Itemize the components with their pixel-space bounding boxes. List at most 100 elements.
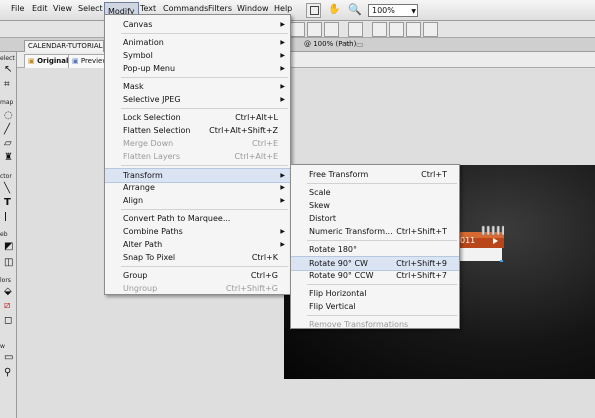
text-tool-icon[interactable]: T [4,198,11,208]
menu-item-flatten-layers[interactable]: Flatten Layers Ctrl+Alt+E [105,150,290,163]
toolbar-button[interactable] [290,22,305,37]
menu-item-label: Rotate 90° CCW [309,271,374,280]
menu-item-label: Flatten Selection [123,126,191,135]
zoom-icon[interactable]: 🔍 [348,3,362,16]
menu-item-flip-vertical[interactable]: Flip Vertical [291,300,459,313]
menu-item-distort[interactable]: Distort [291,212,459,225]
zoom-icon[interactable]: ⚲ [4,368,11,378]
stroke-color-icon[interactable]: ⧄ [4,301,10,311]
eraser-tool-icon[interactable]: ▱ [4,139,12,149]
submenu-arrow-icon: ▶ [280,39,285,46]
menu-item-rotate-180[interactable]: Rotate 180° [291,243,459,256]
menu-help[interactable]: Help [274,4,292,13]
submenu-arrow-icon: ▶ [280,83,285,90]
zoom-select[interactable]: 100% ▼ [368,4,418,17]
submenu-arrow-icon: ▶ [280,197,285,204]
close-icon[interactable]: ✕ [344,40,351,49]
menu-text[interactable]: Text [140,4,156,13]
submenu-arrow-icon: ▶ [280,52,285,59]
menu-item-combine-paths[interactable]: Combine Paths ▶ [105,225,290,238]
toolbar-button[interactable] [372,22,387,37]
paint-bucket-icon[interactable]: ⬙ [4,287,12,297]
knife-tool-icon[interactable]: ǀ [4,212,7,222]
document-icon: ▣ [72,57,81,65]
menu-item-canvas[interactable]: Canvas ▶ [105,18,290,31]
menu-item-pop-up-menu[interactable]: Pop-up Menu ▶ [105,62,290,75]
menu-item-shortcut: Ctrl+Alt+Shift+Z [209,126,278,135]
menu-item-rotate-90-ccw[interactable]: Rotate 90° CCW Ctrl+Shift+7 [291,269,459,282]
menu-item-animation[interactable]: Animation ▶ [105,36,290,49]
menu-separator [121,266,288,267]
document-tab[interactable]: CALENDAR-TUTORIAL.pn [24,40,104,52]
menu-item-shortcut: Ctrl+T [421,170,447,179]
menu-item-selective-jpeg[interactable]: Selective JPEG ▶ [105,93,290,106]
stamp-tool-icon[interactable]: ♜ [4,153,13,163]
pointer-tool-icon[interactable]: ↖ [4,65,12,75]
menu-item-free-transform[interactable]: Free Transform Ctrl+T [291,168,459,181]
menu-item-snap-to-pixel[interactable]: Snap To Pixel Ctrl+K [105,251,290,264]
menu-item-alter-path[interactable]: Alter Path ▶ [105,238,290,251]
tools-section-view: w [0,343,5,350]
calendar-graphic[interactable]: 011 [460,218,504,262]
menu-file[interactable]: File [11,4,24,13]
transform-submenu: Free Transform Ctrl+T Scale Skew Distort Nume… [290,164,460,329]
menu-item-label: Symbol [123,51,153,60]
menu-item-label: Alter Path [123,240,163,249]
menu-select[interactable]: Select [78,4,103,13]
crop-tool-icon[interactable]: ⌗ [4,80,10,90]
tools-section-vector: ctor [0,173,12,180]
menu-item-merge-down[interactable]: Merge Down Ctrl+E [105,137,290,150]
menu-item-label: Free Transform [309,170,369,179]
brush-tool-icon[interactable]: ╱ [4,125,10,135]
toolbar-button[interactable] [389,22,404,37]
line-tool-icon[interactable]: ╲ [4,184,10,194]
toolbar-button[interactable] [324,22,339,37]
menu-separator [121,165,288,166]
toolbar-button[interactable] [307,22,322,37]
hand-icon[interactable]: ✋ [328,4,340,15]
menu-item-label: Mask [123,82,144,91]
screen-mode-icon [310,6,319,15]
menu-item-shortcut: Ctrl+G [250,271,278,280]
screen-mode-icon[interactable]: ▭ [4,353,13,363]
menu-item-label: Flatten Layers [123,152,181,161]
menu-item-shortcut: Ctrl+Shift+G [225,284,278,293]
toolbar-button[interactable] [406,22,421,37]
menu-filters[interactable]: Filters [208,4,232,13]
menu-item-skew[interactable]: Skew [291,199,459,212]
menu-item-convert-path-to-marquee[interactable]: Convert Path to Marquee... [105,212,290,225]
menu-item-remove-transformations[interactable]: Remove Transformations [291,318,459,331]
menu-item-label: Flip Vertical [309,302,356,311]
menu-commands[interactable]: Commands [163,4,208,13]
menu-item-group[interactable]: Group Ctrl+G [105,269,290,282]
menu-item-numeric-transform[interactable]: Numeric Transform... Ctrl+Shift+T [291,225,459,238]
screen-mode-button[interactable] [306,3,321,18]
align-button[interactable] [348,22,363,37]
menu-item-label: Distort [309,214,337,223]
menu-item-align[interactable]: Align ▶ [105,194,290,207]
menu-item-scale[interactable]: Scale [291,186,459,199]
menu-item-lock-selection[interactable]: Lock Selection Ctrl+Alt+L [105,111,290,124]
hotspot-tool-icon[interactable]: ◩ [4,242,13,252]
menu-item-flip-horizontal[interactable]: Flip Horizontal [291,287,459,300]
toolbar-button[interactable] [423,22,438,37]
menu-item-label: Arrange [123,183,155,192]
restore-icon[interactable]: ▭ [356,40,364,49]
menu-view[interactable]: View [53,4,72,13]
menu-item-label: Scale [309,188,331,197]
menu-item-label: Numeric Transform... [309,227,393,236]
fill-color-icon[interactable]: ◻ [4,316,12,326]
menu-window[interactable]: Window [237,4,269,13]
menu-item-shortcut: Ctrl+Alt+E [234,152,278,161]
chevron-down-icon: ▼ [411,8,416,15]
menu-item-ungroup[interactable]: Ungroup Ctrl+Shift+G [105,282,290,295]
lasso-tool-icon[interactable]: ◌ [4,111,13,121]
menu-item-shortcut: Ctrl+Shift+T [396,227,447,236]
menu-item-flatten-selection[interactable]: Flatten Selection Ctrl+Alt+Shift+Z [105,124,290,137]
tab-original[interactable]: ▣ Original [24,54,73,69]
menu-item-symbol[interactable]: Symbol ▶ [105,49,290,62]
menu-item-arrange[interactable]: Arrange ▶ [105,181,290,194]
slice-tool-icon[interactable]: ◫ [4,258,13,268]
menu-item-mask[interactable]: Mask ▶ [105,80,290,93]
menu-edit[interactable]: Edit [32,4,48,13]
